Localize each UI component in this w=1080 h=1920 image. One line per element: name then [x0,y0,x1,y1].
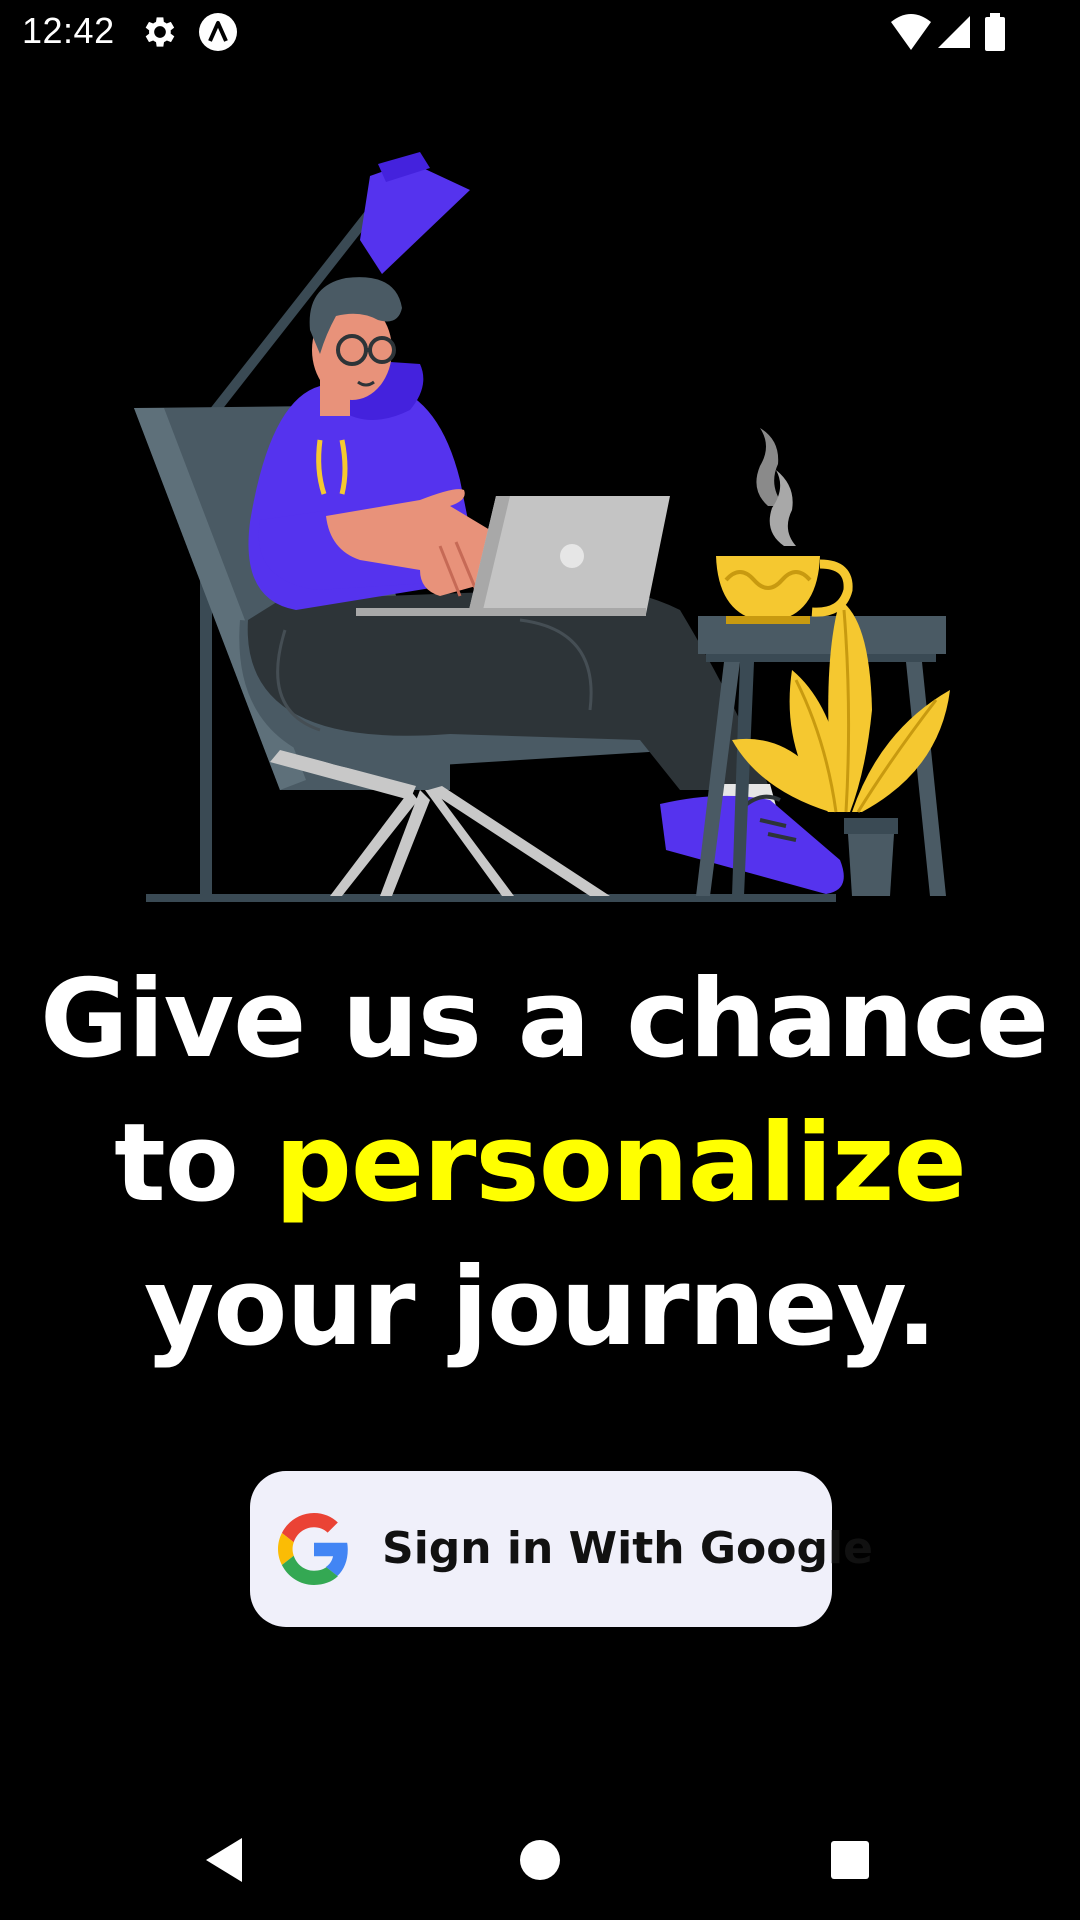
back-icon[interactable] [196,1830,256,1890]
home-icon[interactable] [510,1830,570,1890]
signal-icon [938,16,970,48]
battery-icon [985,13,1005,51]
headline-line-2: to personalize [40,1092,1040,1236]
sign-in-with-google-button[interactable]: Sign in With Google [250,1471,873,1627]
gear-icon [145,17,175,47]
google-g-icon [278,1513,348,1585]
system-navigation-bar [0,1800,1080,1920]
status-bar: 12:42 [0,0,1080,64]
headline: Give us a chance to personalize your jou… [40,948,1049,1380]
headline-line-3: your journey. [143,1245,937,1370]
headline-accent-word: personalize [274,1101,967,1226]
status-time: 12:42 [22,10,115,51]
person-working-on-laptop-illustration [134,152,950,902]
sign-in-with-google-label: Sign in With Google [382,1523,873,1574]
headline-line-1: Give us a chance [40,957,1049,1082]
headline-line-2-prefix: to [114,1101,275,1226]
sign-in-screen: 12:42 Give us a chance to personalize yo… [0,0,1080,1920]
app-a-icon [199,13,237,51]
recents-icon[interactable] [820,1830,880,1890]
coffee-cup [716,428,853,624]
wifi-icon [891,14,931,50]
